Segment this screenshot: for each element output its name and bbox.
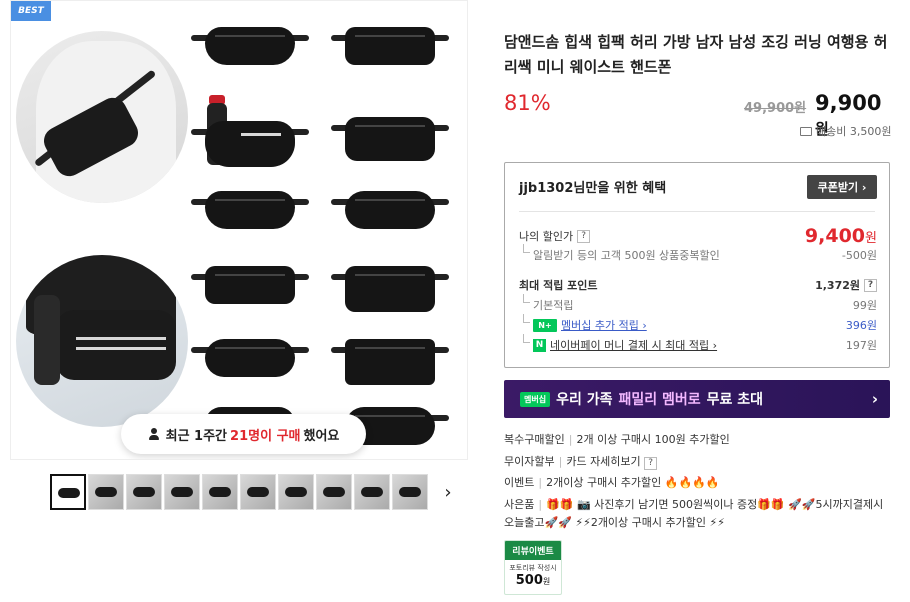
thumbnail-4[interactable] — [164, 474, 200, 510]
shipping-info: 배송비 3,500원 — [800, 123, 891, 139]
promo-key: 사은품 — [504, 498, 535, 511]
question-icon[interactable]: ? — [577, 229, 591, 243]
promo-event: 이벤트 | 2개이상 구매시 추가할인 🔥🔥🔥🔥 — [504, 476, 720, 489]
original-price: 49,900원 — [744, 101, 807, 116]
family-banner-text-pre: 우리 가족 — [556, 392, 613, 408]
review-event-desc: 포토리뷰 작성시 — [509, 564, 557, 572]
alert-discount-row: 알림받기 등의 고객 500원 상품중복할인 -500원 — [519, 244, 877, 263]
review-event-badge[interactable]: 리뷰이벤트 포토리뷰 작성시 500원 — [504, 540, 562, 595]
max-point-row: 최대 적립 포인트 1,372원? — [519, 277, 877, 293]
question-icon[interactable]: ? — [864, 278, 877, 292]
promo-key: 이벤트 — [504, 476, 535, 489]
thumbnail-5[interactable] — [202, 474, 238, 510]
my-discount-unit: 원 — [865, 231, 877, 246]
base-point-row: 기본적립 99원 — [519, 294, 877, 313]
thumbnail-8[interactable] — [316, 474, 352, 510]
alert-discount-value: -500원 — [841, 249, 877, 262]
max-point-value: 1,372원 — [815, 279, 860, 292]
bag-variant — [331, 17, 449, 73]
bottle-shape — [34, 295, 60, 385]
thumbnail-7[interactable] — [278, 474, 314, 510]
npay-point-row: N 네이버페이 머니 결제 시 최대 적립 › 197원 — [519, 334, 877, 353]
my-discount-row: 나의 할인가? 9,400원 — [519, 225, 877, 247]
product-gallery: BEST 최근 1주간 21명이 구매 했어요 › — [10, 0, 468, 602]
bag-variant — [331, 329, 449, 385]
coupon-button[interactable]: 쿠폰받기 › — [807, 175, 877, 199]
my-discount-price: 9,400원 — [805, 225, 877, 247]
reflective-stripe — [76, 337, 166, 340]
bag-variant — [191, 181, 309, 237]
promo-value: 2개 이상 구매시 100원 추가할인 — [576, 433, 730, 446]
promo-multi-buy: 복수구매할인 | 2개 이상 구매시 100원 추가할인 — [504, 433, 730, 446]
person-icon — [148, 428, 160, 440]
thumbnail-3[interactable] — [126, 474, 162, 510]
promo-key: 무이자할부 — [504, 455, 555, 468]
thumbnail-2[interactable] — [88, 474, 124, 510]
card-detail-link[interactable]: 카드 자세히보기 — [566, 455, 640, 468]
product-grid-image — [191, 11, 467, 451]
bag-variant — [331, 181, 449, 237]
shipping-fee: 배송비 3,500원 — [816, 125, 892, 138]
bag-variant — [331, 107, 449, 163]
promo-gift: 사은품 | 🎁🎁 📷 사진후기 남기면 500원씩이나 증정🎁🎁 🚀🚀5시까지결제시… — [504, 498, 884, 529]
bag-variant — [191, 256, 309, 312]
promo-value: 🎁🎁 📷 사진후기 남기면 500원씩이나 증정🎁🎁 🚀🚀5시까지결제시 오늘출… — [504, 498, 884, 529]
model-photo-1 — [16, 31, 188, 203]
divider — [519, 211, 875, 212]
base-point-label: 기본적립 — [519, 294, 573, 313]
membership-badge: 멤버십 — [520, 391, 551, 407]
bag-shape — [56, 310, 176, 380]
chevron-right-icon: › — [871, 390, 878, 408]
npay-point-link[interactable]: 네이버페이 머니 결제 시 최대 적립 › — [550, 337, 717, 353]
bag-variant — [191, 17, 309, 73]
purchase-notice-prefix: 최근 1주간 — [165, 428, 228, 444]
review-event-title: 리뷰이벤트 — [505, 541, 561, 560]
promo-value: 2개이상 구매시 추가할인 🔥🔥🔥🔥 — [546, 476, 720, 489]
product-main-image[interactable]: BEST 최근 1주간 21명이 구매 했어요 — [10, 0, 468, 460]
purchase-notice-highlight: 21명이 구매 — [230, 428, 301, 444]
alert-discount-label: 알림받기 등의 고객 500원 상품중복할인 — [519, 244, 720, 263]
thumbnail-6[interactable] — [240, 474, 276, 510]
family-banner-text-hl: 패밀리 멤버로 — [618, 392, 701, 408]
review-event-amount: 500원 — [505, 573, 561, 588]
thumbnail-1[interactable] — [50, 474, 86, 510]
sale-price-value: 9,900 — [815, 91, 882, 115]
recent-purchase-notice: 최근 1주간 21명이 구매 했어요 — [121, 414, 366, 454]
thumbnail-9[interactable] — [354, 474, 390, 510]
benefit-header: jjb1302님만을 위한 혜택 — [519, 181, 667, 196]
purchase-notice-suffix: 했어요 — [303, 428, 340, 444]
discount-rate: 81% — [504, 91, 551, 115]
chevron-right-icon[interactable]: › — [435, 479, 461, 505]
my-discount-value: 9,400 — [804, 225, 866, 247]
review-event-amount-unit: 원 — [542, 577, 551, 586]
thumbnail-10[interactable] — [392, 474, 428, 510]
product-title: 담앤드솜 힙색 힙팩 허리 가방 남자 남성 조깅 러닝 여행용 허리쌕 미니 … — [504, 33, 888, 76]
bag-variant — [191, 111, 309, 167]
my-discount-label: 나의 할인가 — [519, 230, 574, 243]
benefit-box: jjb1302님만을 위한 혜택 쿠폰받기 › 나의 할인가? 9,400원 알… — [504, 162, 890, 368]
npay-icon: N — [533, 338, 546, 352]
promo-installment: 무이자할부 | 카드 자세히보기 ? — [504, 453, 658, 471]
npay-point-value: 197원 — [845, 339, 877, 352]
review-event-amount-value: 500 — [515, 573, 543, 588]
base-point-value: 99원 — [852, 299, 877, 312]
bag-variant — [191, 329, 309, 385]
naver-plus-icon: N+ — [533, 318, 557, 332]
model-photo-2 — [16, 255, 188, 427]
family-membership-banner[interactable]: 멤버십 우리 가족 패밀리 멤버로 무료 초대 › — [504, 380, 890, 418]
max-point-label: 최대 적립 포인트 — [519, 279, 598, 292]
promo-key: 복수구매할인 — [504, 433, 565, 446]
family-banner-text-post: 무료 초대 — [706, 392, 764, 408]
membership-point-row: N+ 멤버십 추가 적립 › 396원 — [519, 314, 877, 333]
reflective-stripe — [76, 347, 166, 350]
thumbnail-strip — [50, 474, 428, 510]
truck-icon — [800, 126, 812, 136]
question-icon[interactable]: ? — [644, 456, 658, 470]
bag-variant — [331, 256, 449, 312]
membership-point-link[interactable]: 멤버십 추가 적립 › — [561, 317, 647, 333]
membership-point-value: 396원 — [845, 319, 877, 332]
best-badge: BEST — [11, 1, 51, 21]
